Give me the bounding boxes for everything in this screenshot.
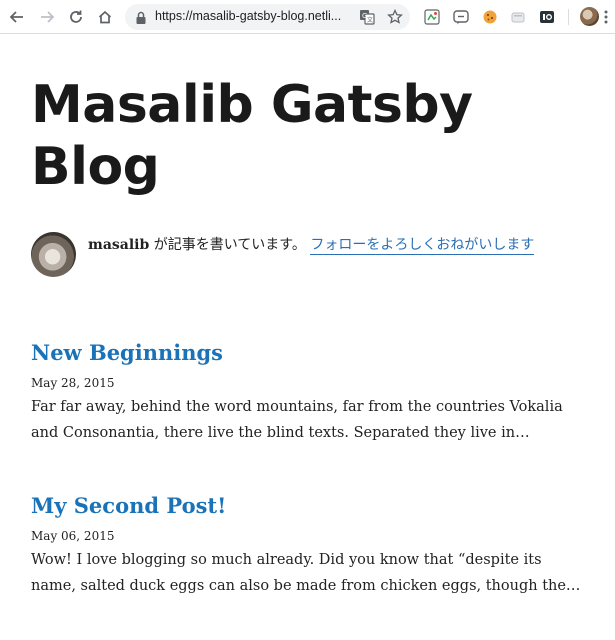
star-icon[interactable] [387,8,403,29]
arrow-right-icon[interactable] [36,6,58,28]
author-name: masalib [88,237,150,253]
post-date: May 28, 2015 [31,376,115,390]
extension-icon-4[interactable] [510,9,526,25]
avatar[interactable] [580,7,599,26]
author-bio: masalib が記事を書いています。 フォローをよろしくおねがいします [31,232,591,280]
extension-icon-2[interactable] [453,9,469,25]
extension-icon-5[interactable] [539,9,555,25]
post-title-link[interactable]: My Second Post! [31,492,591,520]
address-bar[interactable]: https://masalib-gatsby-blog.netli... G文 [125,4,410,30]
follow-link[interactable]: フォローをよろしくおねがいします [310,237,535,255]
kebab-menu-icon[interactable] [604,9,608,25]
reload-icon[interactable] [65,6,87,28]
translate-icon[interactable]: G文 [359,9,375,29]
post-excerpt: Wow! I love blogging so much already. Di… [31,552,581,594]
post-title-link[interactable]: New Beginnings [31,339,591,367]
toolbar-divider [568,9,569,25]
url-text[interactable]: https://masalib-gatsby-blog.netli... [155,9,345,23]
home-icon[interactable] [94,6,116,28]
post-item: New Beginnings May 28, 2015 Far far away… [31,339,591,446]
bio-text: masalib が記事を書いています。 フォローをよろしくおねがいします [88,235,535,255]
svg-text:文: 文 [367,16,373,24]
arrow-left-icon[interactable] [6,6,28,28]
extension-icon-1[interactable] [424,9,440,25]
browser-toolbar: https://masalib-gatsby-blog.netli... G文 [0,0,615,34]
page-title[interactable]: Masalib Gatsby Blog [31,74,551,198]
author-avatar [31,232,76,277]
post-excerpt: Far far away, behind the word mountains,… [31,399,563,441]
cookie-icon[interactable] [482,9,498,25]
bio-description: が記事を書いています。 [149,237,311,253]
post-item: My Second Post! May 06, 2015 Wow! I love… [31,492,591,599]
post-date: May 06, 2015 [31,529,115,543]
lock-icon [135,10,147,29]
